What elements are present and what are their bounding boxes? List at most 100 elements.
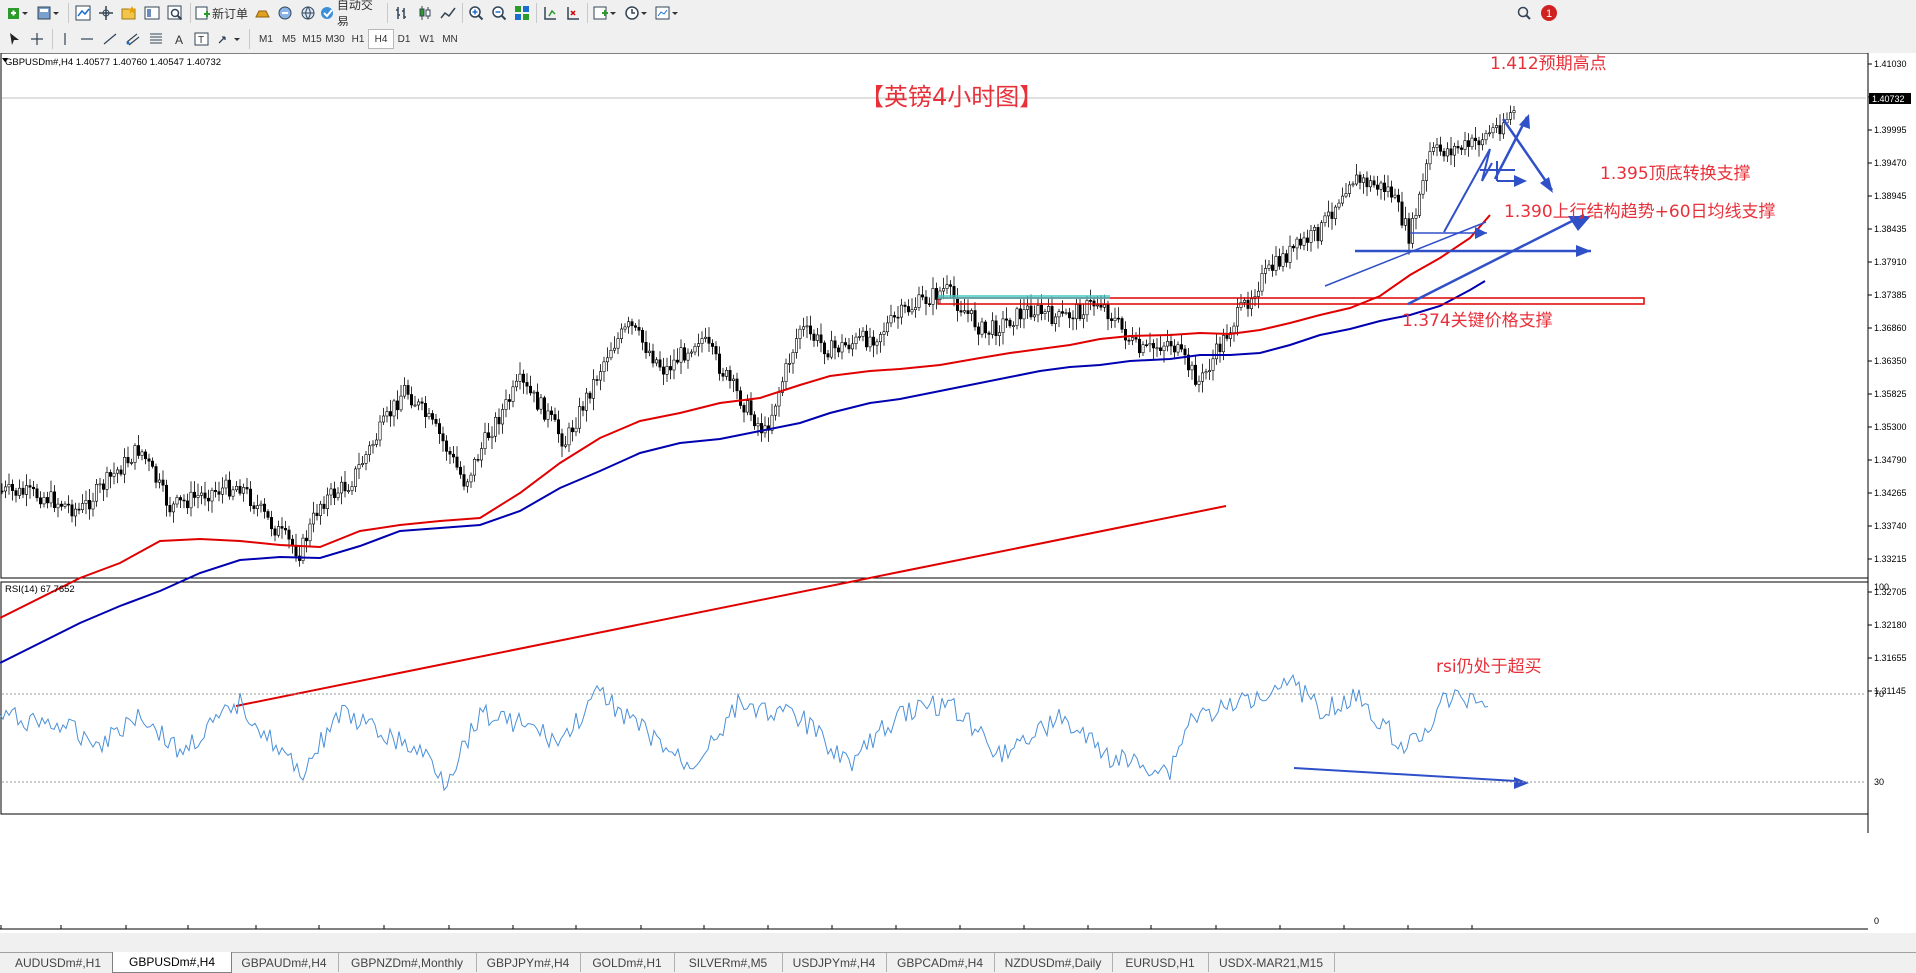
candle-body xyxy=(1159,347,1163,351)
candle-body xyxy=(1330,211,1334,219)
candle-body xyxy=(959,310,963,313)
candle-body xyxy=(235,485,239,491)
candle-body xyxy=(514,380,518,388)
candle-body xyxy=(486,432,490,439)
candle-body xyxy=(200,492,204,496)
candle-body xyxy=(1054,316,1058,324)
chart-window[interactable]: 1.410301.405051.399951.394701.389451.384… xyxy=(0,52,1916,945)
candle-body xyxy=(287,529,291,540)
svg-text:A: A xyxy=(175,33,183,47)
candle-body xyxy=(1148,343,1152,346)
price-tick-label: 1.39470 xyxy=(1874,158,1907,168)
trendline-icon[interactable] xyxy=(100,29,120,49)
candle-body xyxy=(130,462,134,464)
tab-gbpusdm-h4[interactable]: GBPUSDm#,H4 xyxy=(112,952,232,973)
tab-usdx-mar21-m15[interactable]: USDX-MAR21,M15 xyxy=(1208,953,1335,972)
candle-body xyxy=(1355,174,1359,185)
candle-body xyxy=(836,347,840,353)
chart-shift-icon[interactable] xyxy=(563,3,583,23)
zoom-out-icon[interactable] xyxy=(489,3,509,23)
vertical-line-icon[interactable] xyxy=(56,29,74,49)
rsi-level-label: 100 xyxy=(1874,582,1889,592)
price-tick-label: 1.38945 xyxy=(1874,191,1907,201)
candle-body xyxy=(70,504,74,517)
timeframe-mn[interactable]: MN xyxy=(437,29,463,49)
candle-body xyxy=(910,309,914,313)
auto-trading-button[interactable]: 自动交易 xyxy=(320,0,382,29)
text-icon[interactable]: A xyxy=(169,29,189,49)
candle-body xyxy=(1309,230,1313,243)
tab-eurusd-h1[interactable]: EURUSD,H1 xyxy=(1112,953,1209,972)
text-label-icon[interactable]: T xyxy=(192,29,212,49)
new-chart-icon[interactable] xyxy=(4,3,30,23)
candle-body xyxy=(357,464,361,470)
candle-body xyxy=(1316,227,1320,242)
tester-icon[interactable] xyxy=(165,3,185,23)
line-chart-icon[interactable] xyxy=(438,3,458,23)
crosshair-icon[interactable] xyxy=(27,29,47,49)
cursor-icon[interactable] xyxy=(4,29,24,49)
gold-bar-icon[interactable] xyxy=(252,3,272,23)
candle-body xyxy=(588,392,592,399)
market-watch-icon[interactable] xyxy=(73,3,93,23)
tab-gbpcadm-h4[interactable]: GBPCADm#,H4 xyxy=(886,953,995,972)
chart-tabs: AUDUSDm#,H1 GBPUSDm#,H4 GBPAUDm#,H4 GBPNZDm… xyxy=(0,952,1916,973)
candle-body xyxy=(0,490,4,493)
tab-goldm-h1[interactable]: GOLDm#,H1 xyxy=(580,953,675,972)
candle-body xyxy=(1379,182,1383,190)
fibonacci-icon[interactable] xyxy=(146,29,166,49)
candle-body xyxy=(801,326,805,330)
chart-title: 【英镑4小时图】 xyxy=(860,83,1043,111)
candle-body xyxy=(1313,227,1317,231)
frame xyxy=(0,52,1869,833)
candle-body xyxy=(434,418,438,424)
candle-body xyxy=(1498,125,1502,135)
indicators-icon[interactable] xyxy=(591,3,619,23)
tab-gbpnzdm-monthly[interactable]: GBPNZDm#,Monthly xyxy=(338,953,477,972)
price-chart-svg[interactable]: 1.410301.405051.399951.394701.389451.384… xyxy=(0,52,1916,945)
periods-icon[interactable] xyxy=(622,3,650,23)
candlestick-icon[interactable] xyxy=(415,3,435,23)
candle-body xyxy=(973,310,977,328)
tab-audusdm-h1[interactable]: AUDUSDm#,H1 xyxy=(4,953,113,972)
candle-body xyxy=(1110,318,1114,321)
candle-body xyxy=(553,414,557,420)
bar-chart-icon[interactable] xyxy=(392,3,412,23)
svg-text:T: T xyxy=(198,35,204,46)
notification-badge[interactable]: 1 xyxy=(1538,3,1560,23)
candle-body xyxy=(976,326,980,335)
candle-body xyxy=(203,492,207,499)
tab-silverm-m5[interactable]: SILVERm#,M5 xyxy=(674,953,783,972)
candle-body xyxy=(74,508,78,517)
tab-usdjpym-h4[interactable]: USDJPYm#,H4 xyxy=(782,953,887,972)
candle-body xyxy=(1096,304,1100,307)
candle-body xyxy=(165,484,169,506)
candle-body xyxy=(1208,370,1212,373)
candle-body xyxy=(962,310,966,313)
tab-gbpaudm-h4[interactable]: GBPAUDm#,H4 xyxy=(230,953,339,972)
folder-star-icon[interactable] xyxy=(119,3,139,23)
candle-body xyxy=(1267,264,1271,269)
search-icon[interactable] xyxy=(1514,3,1534,23)
tile-windows-icon[interactable] xyxy=(512,3,532,23)
navigator-icon[interactable] xyxy=(96,3,116,23)
candle-body xyxy=(997,332,1001,337)
profiles-icon[interactable] xyxy=(34,3,62,23)
channel-icon[interactable] xyxy=(123,29,143,49)
zoom-in-icon[interactable] xyxy=(466,3,486,23)
terminal-icon[interactable] xyxy=(142,3,162,23)
candle-body xyxy=(500,409,504,425)
tab-gbpjpym-h4[interactable]: GBPJPYm#,H4 xyxy=(476,953,581,972)
arrows-icon[interactable] xyxy=(215,29,243,49)
horizontal-line-icon[interactable] xyxy=(77,29,97,49)
candle-body xyxy=(756,423,760,427)
candle-body xyxy=(249,488,253,507)
candle-body xyxy=(207,497,211,502)
tab-nzdusdm-daily[interactable]: NZDUSDm#,Daily xyxy=(994,953,1113,972)
new-order-button[interactable]: 新订单 xyxy=(194,3,250,23)
signals-icon[interactable] xyxy=(275,3,295,23)
candle-body xyxy=(1449,148,1453,156)
autoscroll-icon[interactable] xyxy=(540,3,560,23)
market-icon[interactable] xyxy=(298,3,318,23)
templates-icon[interactable] xyxy=(653,3,681,23)
